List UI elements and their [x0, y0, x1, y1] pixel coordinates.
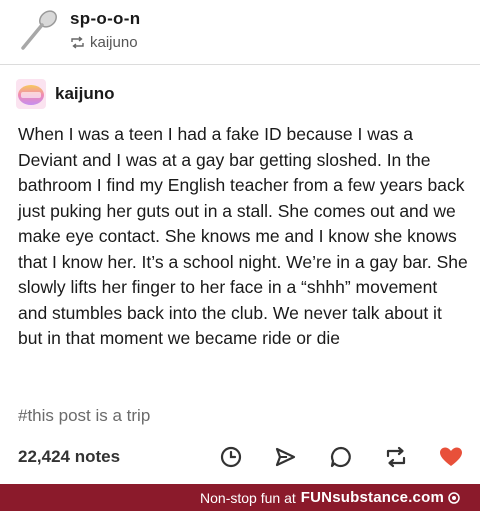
footer-brand[interactable]: FUNsubstance.com [301, 489, 444, 506]
notes-count[interactable]: 22,424 notes [18, 447, 120, 467]
share-icon[interactable] [272, 444, 298, 470]
reply-icon[interactable] [328, 444, 354, 470]
footer-tagline: Non-stop fun at [200, 489, 296, 506]
heart-icon[interactable] [438, 444, 464, 470]
clock-icon[interactable] [218, 444, 244, 470]
site-footer: Non-stop fun at FUNsubstance.com [0, 484, 480, 511]
post-body: When I was a teen I had a fake ID becaus… [18, 124, 468, 348]
reblog-small-icon [71, 36, 84, 49]
reblog-source[interactable]: kaijuno [70, 34, 138, 51]
post-tag[interactable]: #this post is a trip [18, 406, 150, 426]
post-author[interactable]: kaijuno [55, 84, 115, 104]
spoon-avatar[interactable] [16, 6, 60, 54]
post-header: sp-o-o-n kaijuno [0, 0, 480, 62]
author-avatar[interactable] [16, 79, 46, 109]
reblog-icon[interactable] [383, 444, 409, 470]
reblog-source-name: kaijuno [90, 34, 138, 51]
divider [0, 64, 480, 65]
brand-icon [448, 491, 460, 504]
header-username[interactable]: sp-o-o-n [70, 9, 140, 29]
